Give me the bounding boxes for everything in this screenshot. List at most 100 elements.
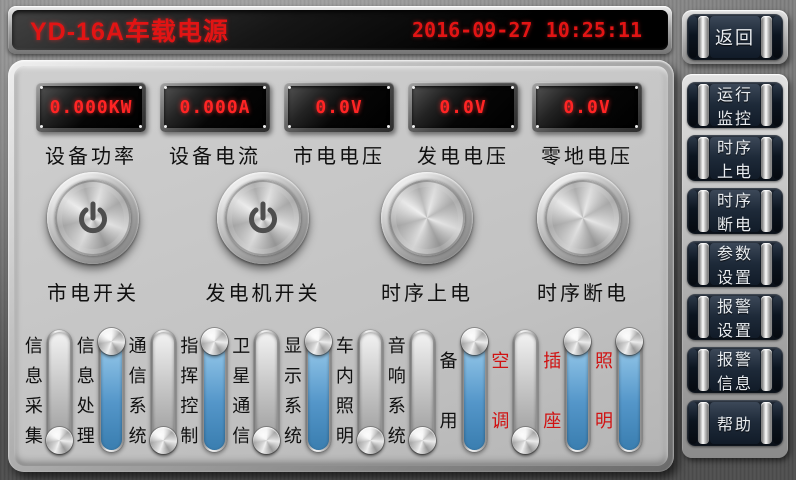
switch-unit-air-conditioner: 空调: [488, 326, 540, 456]
toggle-comm-system[interactable]: [151, 330, 176, 452]
menu-button-label: 参数设置: [710, 243, 760, 285]
toggle-knob: [253, 427, 280, 454]
meter-generator-voltage: 0.0V 发电电压: [408, 82, 518, 169]
knob-unit-seq-power-on: 时序上电: [362, 172, 492, 306]
menu-button-run-monitor[interactable]: 运行监控: [687, 82, 783, 128]
main-panel: 0.000KW 设备功率 0.000A 设备电流: [8, 60, 674, 472]
knob-label: 发电机开关: [198, 277, 328, 306]
menu-button-help[interactable]: 帮助: [687, 400, 783, 446]
knob-unit-seq-power-off: 时序断电: [518, 172, 648, 306]
generator-switch-knob[interactable]: [217, 172, 309, 264]
back-button-plate: 返回: [682, 10, 788, 64]
switch-unit-spare: 备用: [437, 326, 489, 456]
seq-power-off-knob[interactable]: [537, 172, 629, 264]
button-chrome-band: [761, 84, 772, 126]
menu-button-seq-power-off[interactable]: 时序断电: [687, 188, 783, 234]
power-icon: [73, 198, 113, 238]
button-cap: [689, 137, 697, 179]
toggle-knob: [409, 427, 436, 454]
knob-face: [545, 180, 621, 256]
meter-frame: 0.0V: [408, 82, 518, 132]
meter-value: 0.000KW: [50, 97, 133, 118]
menu-button-param-settings[interactable]: 参数设置: [687, 241, 783, 287]
toggle-satellite-comm[interactable]: [254, 330, 279, 452]
button-cap: [689, 349, 697, 391]
button-chrome-band: [761, 296, 772, 338]
switch-label: 指挥控制: [179, 331, 199, 451]
toggle-info-collect[interactable]: [47, 330, 72, 452]
button-chrome-band: [761, 137, 772, 179]
menu-button-alarm-settings[interactable]: 报警设置: [687, 294, 783, 340]
toggle-knob: [46, 427, 73, 454]
button-cap: [689, 16, 697, 58]
toggle-lighting[interactable]: [617, 330, 642, 452]
toggle-knob: [150, 427, 177, 454]
switch-label: 插座: [542, 331, 562, 451]
toggle-switch-row: 信息采集 信息处理 通信系统: [22, 326, 644, 456]
button-chrome-band: [698, 137, 709, 179]
button-cap: [773, 84, 781, 126]
button-cap: [773, 16, 781, 58]
toggle-audio-system[interactable]: [410, 330, 435, 452]
switch-unit-satellite-comm: 卫星通信: [229, 326, 281, 456]
button-chrome-band: [761, 349, 772, 391]
switch-unit-lighting: 照明: [592, 326, 644, 456]
switch-label: 通信系统: [128, 331, 148, 451]
button-chrome-band: [698, 190, 709, 232]
toggle-info-process[interactable]: [99, 330, 124, 452]
meter-label: 设备电流: [160, 140, 270, 169]
knob-unit-generator-switch: 发电机开关: [198, 172, 328, 306]
switch-label: 卫星通信: [231, 331, 251, 451]
button-cap: [689, 296, 697, 338]
toggle-knob: [461, 328, 488, 355]
back-button[interactable]: 返回: [687, 14, 783, 60]
toggle-air-conditioner[interactable]: [513, 330, 538, 452]
toggle-vehicle-lighting[interactable]: [358, 330, 383, 452]
toggle-socket[interactable]: [565, 330, 590, 452]
time-display: 10:25:11: [546, 18, 642, 42]
switch-unit-vehicle-lighting: 车内照明: [333, 326, 385, 456]
menu-button-label: 时序上电: [710, 137, 760, 179]
button-chrome-band: [761, 190, 772, 232]
meter-screen: 0.0V: [536, 86, 638, 128]
meter-label: 设备功率: [36, 140, 146, 169]
button-chrome-band: [761, 16, 772, 58]
toggle-spare[interactable]: [462, 330, 487, 452]
switch-unit-info-process: 信息处理: [74, 326, 126, 456]
menu-button-label: 运行监控: [710, 84, 760, 126]
toggle-command-control[interactable]: [202, 330, 227, 452]
button-cap: [689, 402, 697, 444]
switch-label: 信息处理: [76, 331, 96, 451]
button-chrome-band: [698, 16, 709, 58]
meter-frame: 0.0V: [284, 82, 394, 132]
knob-face: [55, 180, 131, 256]
main-panel-face: 0.000KW 设备功率 0.000A 设备电流: [14, 66, 668, 466]
meter-frame: 0.0V: [532, 82, 642, 132]
title-bar: YD-16A车载电源 2016-09-27 10:25:11: [8, 6, 672, 54]
meter-screen: 0.0V: [288, 86, 390, 128]
meter-value: 0.0V: [439, 97, 486, 118]
toggle-knob: [305, 328, 332, 355]
button-chrome-band: [698, 296, 709, 338]
meter-label: 零地电压: [532, 140, 642, 169]
meter-value: 0.000A: [179, 97, 250, 118]
button-cap: [773, 190, 781, 232]
mains-switch-knob[interactable]: [47, 172, 139, 264]
meters-row: 0.000KW 设备功率 0.000A 设备电流: [36, 82, 642, 169]
seq-power-on-knob[interactable]: [381, 172, 473, 264]
button-chrome-band: [698, 84, 709, 126]
button-chrome-band: [761, 402, 772, 444]
switch-label: 信息采集: [24, 331, 44, 451]
menu-button-label: 帮助: [710, 402, 760, 444]
button-cap: [689, 243, 697, 285]
toggle-display-system[interactable]: [306, 330, 331, 452]
switch-unit-comm-system: 通信系统: [126, 326, 178, 456]
switch-unit-command-control: 指挥控制: [177, 326, 229, 456]
knob-unit-mains-switch: 市电开关: [28, 172, 158, 306]
menu-button-seq-power-on[interactable]: 时序上电: [687, 135, 783, 181]
toggle-knob: [512, 427, 539, 454]
meter-value: 0.0V: [563, 97, 610, 118]
menu-button-alarm-info[interactable]: 报警信息: [687, 347, 783, 393]
meter-label: 发电电压: [408, 140, 518, 169]
switch-label: 备用: [439, 331, 459, 451]
